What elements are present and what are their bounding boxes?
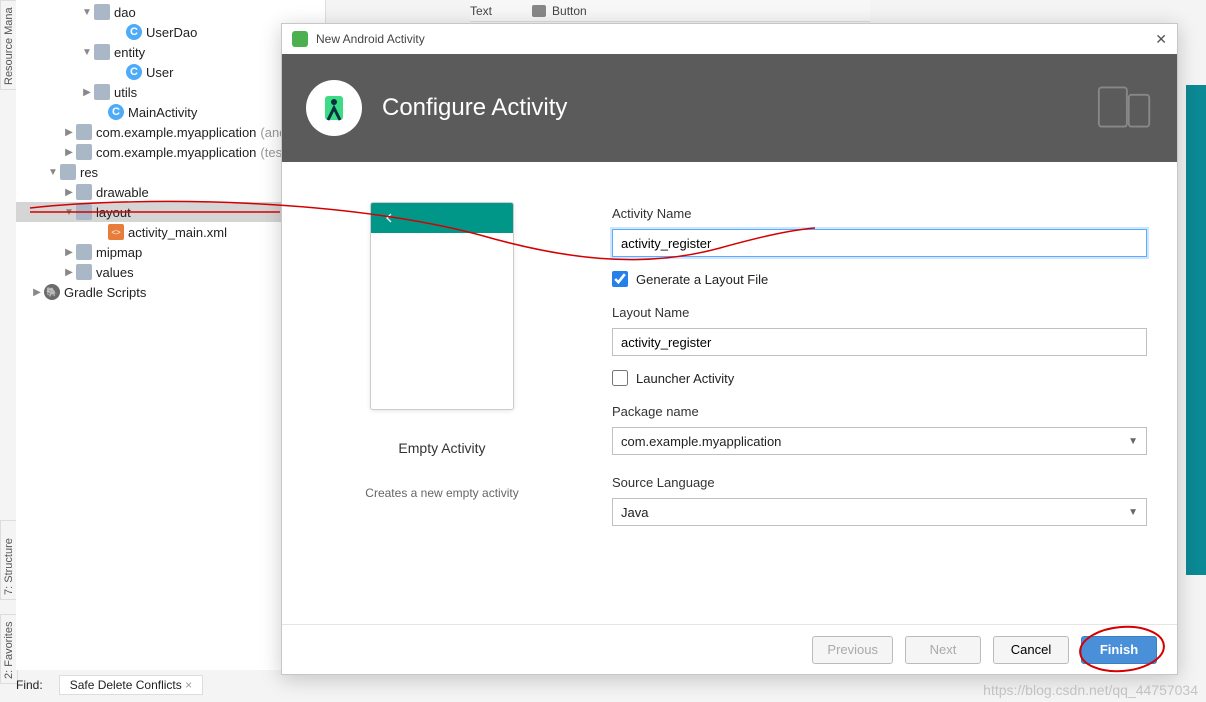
back-arrow-icon	[381, 210, 397, 226]
chevron-down-icon: ▼	[80, 47, 94, 58]
tree-pkg-androidtest[interactable]: ▶com.example.myapplication(and	[16, 122, 325, 142]
project-tree[interactable]: ▼dao CUserDao ▼entity CUser ▶utils CMain…	[16, 0, 326, 670]
new-activity-dialog: New Android Activity ✕ Configure Activit…	[281, 23, 1178, 675]
chevron-down-icon: ▼	[46, 167, 60, 178]
source-language-select[interactable]: Java▼	[612, 498, 1147, 526]
chevron-down-icon: ▼	[1128, 507, 1138, 518]
chevron-down-icon: ▼	[62, 207, 76, 218]
generate-layout-check[interactable]	[612, 271, 628, 287]
chevron-right-icon: ▶	[62, 247, 76, 258]
find-label: Find:	[16, 678, 43, 692]
tree-folder-layout[interactable]: ▼layout	[16, 202, 325, 222]
dialog-footer: Previous Next Cancel Finish	[282, 624, 1177, 674]
dialog-header-title: Configure Activity	[382, 94, 567, 122]
find-tool-window: Find: Safe Delete Conflicts ×	[16, 674, 203, 696]
class-icon: C	[126, 64, 142, 80]
package-name-label: Package name	[612, 404, 1147, 419]
cancel-button[interactable]: Cancel	[993, 636, 1069, 664]
tree-file-mainactivity[interactable]: CMainActivity	[16, 102, 325, 122]
package-icon	[76, 144, 92, 160]
palette-text[interactable]: Text	[470, 4, 492, 18]
tree-folder-mipmap[interactable]: ▶mipmap	[16, 242, 325, 262]
dialog-title-text: New Android Activity	[316, 32, 425, 46]
activity-preview	[370, 202, 514, 410]
tree-file-userdao[interactable]: CUserDao	[16, 22, 325, 42]
tree-folder-drawable[interactable]: ▶drawable	[16, 182, 325, 202]
dialog-titlebar: New Android Activity ✕	[282, 24, 1177, 54]
tree-folder-utils[interactable]: ▶utils	[16, 82, 325, 102]
chevron-right-icon: ▶	[62, 147, 76, 158]
package-name-select[interactable]: com.example.myapplication▼	[612, 427, 1147, 455]
layout-name-label: Layout Name	[612, 305, 1147, 320]
tree-pkg-test[interactable]: ▶com.example.myapplication(tes	[16, 142, 325, 162]
android-studio-icon	[306, 80, 362, 136]
chevron-right-icon: ▶	[62, 187, 76, 198]
palette-button[interactable]: Button	[532, 4, 587, 18]
folder-icon	[76, 244, 92, 260]
chevron-right-icon: ▶	[30, 287, 44, 298]
class-icon: C	[108, 104, 124, 120]
package-icon	[94, 84, 110, 100]
tree-folder-res[interactable]: ▼res	[16, 162, 325, 182]
tree-gradle-scripts[interactable]: ▶🐘Gradle Scripts	[16, 282, 325, 302]
preview-description: Creates a new empty activity	[365, 486, 518, 500]
xml-icon: <>	[108, 224, 124, 240]
next-button[interactable]: Next	[905, 636, 981, 664]
dialog-header: Configure Activity	[282, 54, 1177, 162]
tree-folder-dao[interactable]: ▼dao	[16, 2, 325, 22]
folder-icon	[76, 204, 92, 220]
gradle-icon: 🐘	[44, 284, 60, 300]
find-tab-safe-delete[interactable]: Safe Delete Conflicts ×	[59, 675, 203, 695]
button-icon	[532, 5, 546, 17]
launcher-activity-check[interactable]	[612, 370, 628, 386]
package-icon	[94, 4, 110, 20]
tree-folder-values[interactable]: ▶values	[16, 262, 325, 282]
finish-button[interactable]: Finish	[1081, 636, 1157, 664]
source-language-label: Source Language	[612, 475, 1147, 490]
activity-name-input[interactable]	[612, 229, 1147, 257]
preview-title: Empty Activity	[398, 440, 485, 456]
package-icon	[76, 124, 92, 140]
folder-icon	[60, 164, 76, 180]
close-icon[interactable]: ×	[185, 678, 192, 692]
layout-name-input[interactable]	[612, 328, 1147, 356]
component-palette: Text Button	[470, 0, 870, 22]
package-icon	[94, 44, 110, 60]
chevron-right-icon: ▶	[62, 127, 76, 138]
close-icon[interactable]: ✕	[1155, 31, 1167, 48]
tree-folder-entity[interactable]: ▼entity	[16, 42, 325, 62]
generate-layout-checkbox[interactable]: Generate a Layout File	[612, 271, 1147, 287]
launcher-activity-checkbox[interactable]: Launcher Activity	[612, 370, 1147, 386]
chevron-down-icon: ▼	[80, 7, 94, 18]
folder-icon	[76, 264, 92, 280]
design-canvas-edge	[1186, 85, 1206, 575]
tree-file-user[interactable]: CUser	[16, 62, 325, 82]
chevron-right-icon: ▶	[80, 87, 94, 98]
watermark: https://blog.csdn.net/qq_44757034	[983, 682, 1198, 698]
class-icon: C	[126, 24, 142, 40]
chevron-right-icon: ▶	[62, 267, 76, 278]
chevron-down-icon: ▼	[1128, 436, 1138, 447]
devices-icon	[1097, 79, 1153, 138]
activity-name-label: Activity Name	[612, 206, 1147, 221]
android-icon	[292, 31, 308, 47]
tree-file-activity-main-xml[interactable]: <>activity_main.xml	[16, 222, 325, 242]
folder-icon	[76, 184, 92, 200]
previous-button[interactable]: Previous	[812, 636, 893, 664]
